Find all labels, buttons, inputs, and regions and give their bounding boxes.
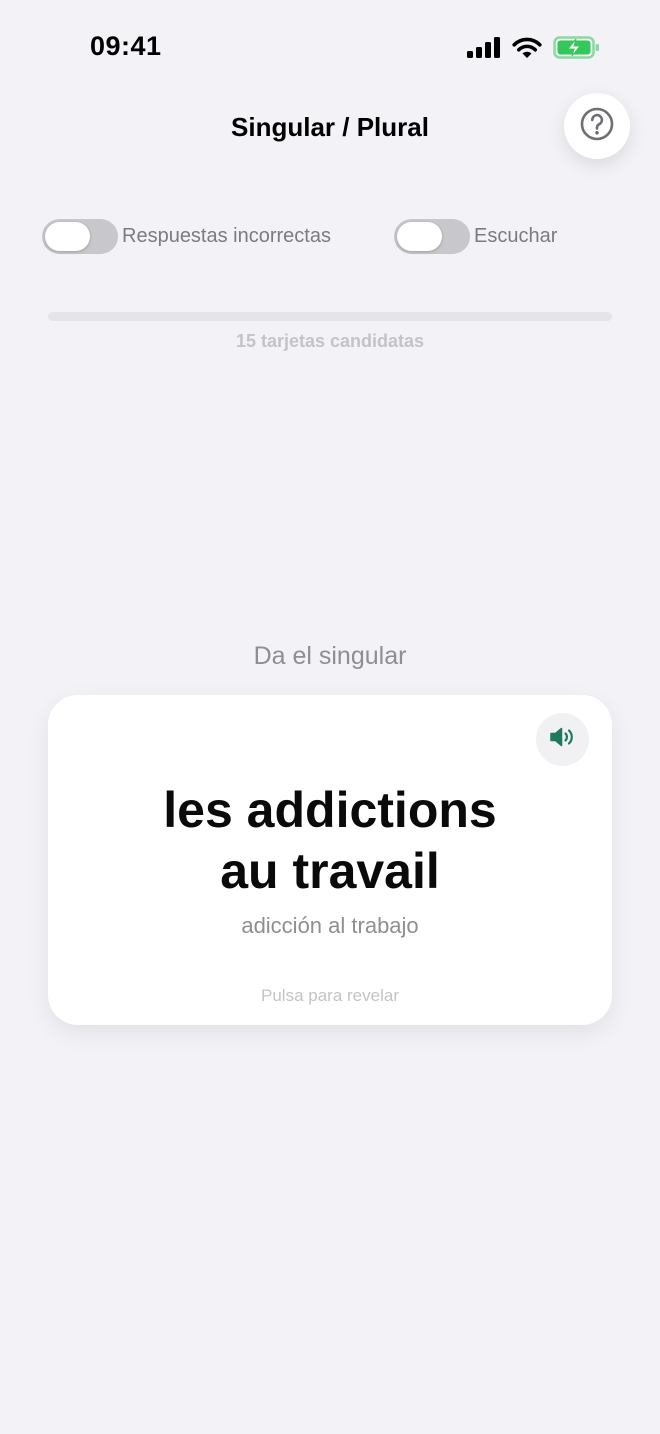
progress-bar [48, 312, 612, 321]
question-prompt: Da el singular [253, 642, 407, 670]
candidates-count: 15 tarjetas candidatas [235, 331, 425, 351]
flashcard-word-line-2: au travail [220, 843, 440, 899]
listen-toggle[interactable] [394, 219, 470, 254]
wrong-answers-label: Respuestas incorrectas [122, 225, 331, 247]
wrong-answers-toggle[interactable] [42, 219, 118, 254]
question-mark-icon [580, 107, 614, 146]
status-time: 09:41 [90, 31, 162, 61]
speaker-icon [549, 726, 577, 753]
screen: 09:41 Singular / Plural Respuestas incor… [0, 0, 660, 1434]
flashcard-translation: adicción al trabajo [241, 913, 419, 938]
flashcard-word: les addictions au travail [48, 780, 612, 902]
play-audio-button[interactable] [536, 713, 589, 766]
toggle-wrong-answers-row: Respuestas incorrectas [42, 219, 331, 254]
listen-label: Escuchar [474, 225, 558, 247]
page-title: Singular / Plural [231, 112, 429, 142]
battery-charging-icon [553, 36, 600, 64]
flashcard[interactable]: les addictions au travail adicción al tr… [48, 695, 612, 1025]
toggle-listen-row: Escuchar [394, 219, 557, 254]
wifi-icon [512, 37, 542, 64]
status-icons [467, 36, 600, 64]
help-button[interactable] [564, 93, 630, 159]
cellular-signal-icon [467, 37, 501, 63]
flashcard-word-line-1: les addictions [163, 782, 497, 838]
reveal-hint: Pulsa para revelar [261, 986, 399, 1005]
